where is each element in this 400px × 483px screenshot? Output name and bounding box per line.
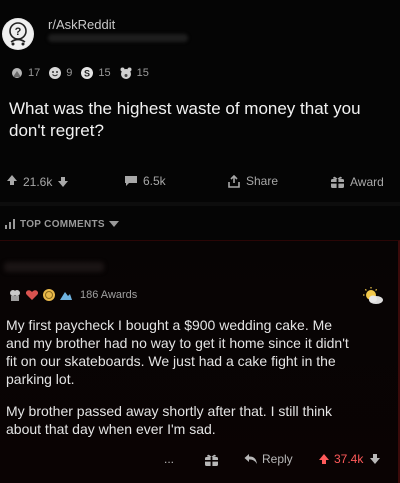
comment-paragraph: My brother passed away shortly after tha…: [6, 402, 398, 438]
share-label: Share: [246, 174, 279, 188]
reply-button[interactable]: Reply: [244, 452, 293, 466]
downvote-icon[interactable]: [369, 453, 385, 465]
post-actions-bar: 21.6k 6.5k Share Award: [0, 170, 400, 194]
comment-icon: [125, 176, 137, 186]
comment-line: and my brother had no way to get it home…: [6, 335, 349, 351]
sort-bars-icon: [5, 219, 15, 229]
subreddit-name[interactable]: r/AskReddit: [48, 17, 115, 32]
gift-icon: [205, 454, 218, 466]
vote-control: 21.6k: [6, 174, 74, 189]
comment-vote-control: 37.4k: [318, 452, 385, 466]
bear-award-icon: [119, 66, 133, 80]
award-count: 15: [136, 67, 149, 79]
share-button[interactable]: Share: [227, 174, 278, 188]
subreddit-avatar-icon[interactable]: ?: [2, 18, 34, 50]
comment-actions-bar: ... Reply 37.4k: [0, 450, 400, 470]
reply-arrow-icon: [244, 454, 257, 464]
comment-line: fit on our skateboards. We just had a ca…: [6, 353, 336, 369]
award-label: Award: [350, 174, 384, 189]
chevron-down-icon: [108, 221, 119, 227]
wholesome-award-icon: [48, 66, 62, 80]
svg-text:?: ?: [15, 26, 22, 38]
helpful-award-icon: [10, 66, 24, 80]
comment-line: My brother passed away shortly after tha…: [6, 403, 333, 419]
silver-award-icon: S: [80, 66, 94, 80]
gold-award-icon: [42, 288, 56, 302]
comment-line: parking lot.: [6, 371, 75, 387]
comment-awards-label: 186 Awards: [80, 289, 138, 301]
comment-sort-dropdown[interactable]: TOP COMMENTS: [4, 218, 123, 230]
comments-button[interactable]: 6.5k: [124, 174, 166, 188]
award-count: 9: [66, 67, 73, 79]
comment-count: 6.5k: [143, 174, 166, 188]
post-meta-redacted: [48, 34, 188, 42]
comment-line: about that day when ever I'm sad.: [6, 421, 216, 437]
comment-vote-count: 37.4k: [334, 452, 364, 466]
comment-awards[interactable]: 186 Awards: [8, 288, 137, 302]
comment-body: My first paycheck I bought a $900 weddin…: [6, 316, 398, 452]
wearing-is-caring-award-icon: [8, 288, 22, 302]
share-icon: [228, 174, 240, 188]
reply-label: Reply: [262, 452, 293, 466]
comment-author-redacted: [4, 262, 104, 272]
downvote-icon[interactable]: [57, 176, 74, 188]
heart-award-icon: [25, 288, 39, 302]
upvote-icon[interactable]: [318, 453, 334, 465]
mountain-award-icon: [59, 288, 73, 302]
post-header: ? r/AskReddit: [0, 0, 400, 60]
more-options-button[interactable]: ...: [164, 452, 174, 466]
sort-label: TOP COMMENTS: [20, 218, 105, 230]
award-count: 17: [28, 67, 41, 79]
award-count: 15: [98, 67, 111, 79]
sun-cloud-icon: [362, 286, 384, 306]
section-divider: [0, 202, 400, 206]
comment-award-button[interactable]: [204, 452, 223, 467]
award-item: 9: [48, 66, 72, 80]
award-item: S 15: [80, 66, 111, 80]
comment-line: My first paycheck I bought a $900 weddin…: [6, 317, 333, 333]
upvote-count: 21.6k: [23, 174, 53, 189]
award-button[interactable]: Award: [330, 174, 384, 189]
upvote-icon[interactable]: [6, 174, 23, 189]
comment-paragraph: My first paycheck I bought a $900 weddin…: [6, 316, 398, 388]
post-title[interactable]: What was the highest waste of money that…: [9, 98, 394, 142]
gift-icon: [331, 176, 344, 188]
award-item: 15: [119, 66, 149, 80]
award-item: 17: [10, 66, 40, 80]
post-awards[interactable]: 17 9 S 15 15: [10, 66, 157, 80]
svg-text:S: S: [84, 69, 90, 79]
